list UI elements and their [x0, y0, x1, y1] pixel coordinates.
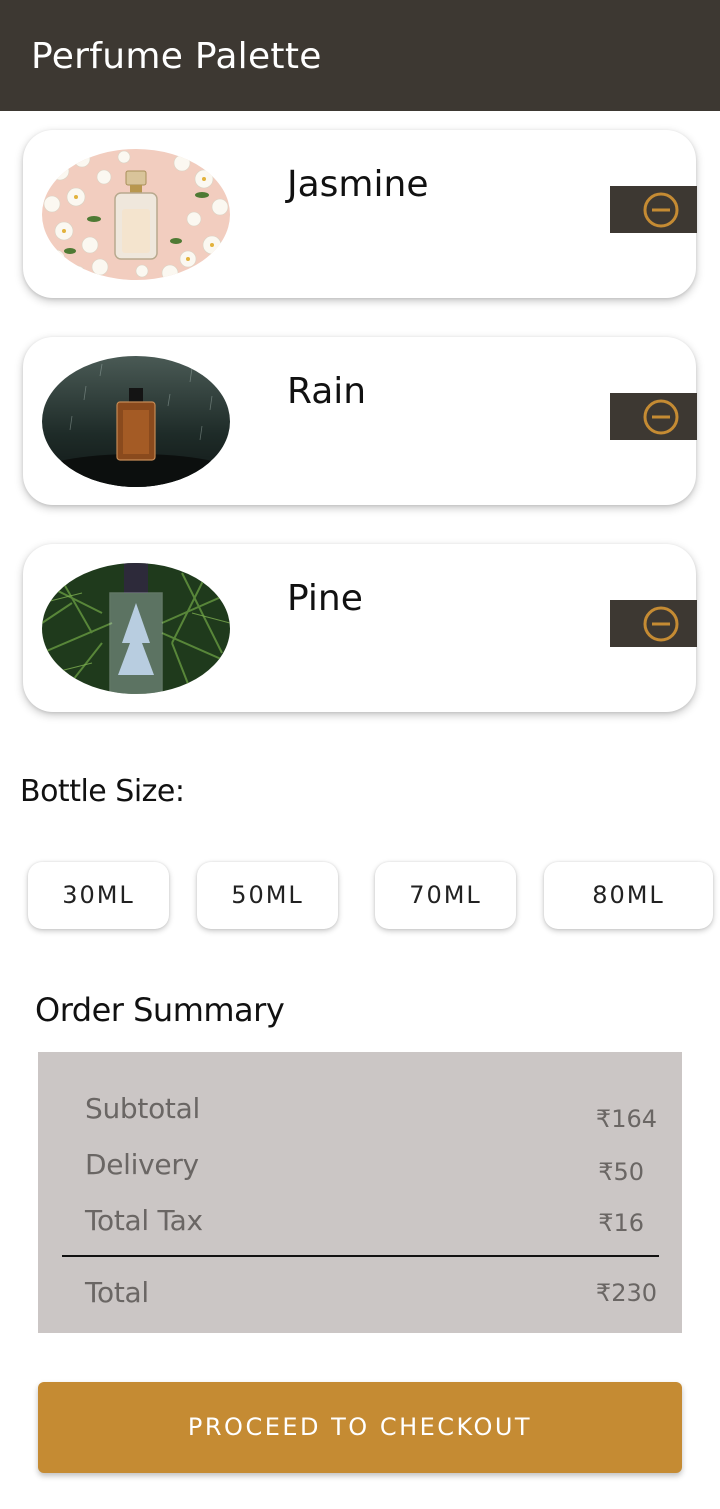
- jasmine-perfume-image: [42, 149, 230, 280]
- delivery-value: ₹50: [598, 1158, 644, 1186]
- delivery-label: Delivery: [85, 1148, 199, 1181]
- pine-perfume-image: [42, 563, 230, 694]
- total-label: Total: [85, 1276, 149, 1309]
- order-summary-box: Subtotal ₹164 Delivery ₹50 Total Tax ₹16…: [38, 1052, 682, 1333]
- size-option-80ml[interactable]: 80ML: [544, 862, 713, 929]
- cart-item-pine: Pine: [23, 544, 697, 712]
- cart-item-name: Pine: [287, 578, 363, 619]
- total-tax-label: Total Tax: [85, 1204, 203, 1237]
- proceed-to-checkout-button[interactable]: PROCEED TO CHECKOUT: [38, 1382, 682, 1473]
- size-option-30ml[interactable]: 30ML: [28, 862, 169, 929]
- app-bar: Perfume Palette: [0, 0, 720, 111]
- size-option-50ml[interactable]: 50ML: [197, 862, 338, 929]
- remove-item-button[interactable]: [610, 600, 697, 647]
- cart-item-name: Jasmine: [287, 164, 429, 205]
- order-summary-title: Order Summary: [35, 991, 285, 1029]
- remove-item-button[interactable]: [610, 393, 697, 440]
- remove-item-button[interactable]: [610, 186, 697, 233]
- subtotal-label: Subtotal: [85, 1092, 200, 1125]
- app-title: Perfume Palette: [31, 36, 322, 77]
- size-option-70ml[interactable]: 70ML: [375, 862, 516, 929]
- summary-divider: [62, 1255, 659, 1257]
- total-tax-value: ₹16: [598, 1209, 644, 1237]
- total-value: ₹230: [595, 1279, 657, 1307]
- bottle-size-label: Bottle Size:: [20, 774, 185, 809]
- cart-item-name: Rain: [287, 371, 367, 412]
- cart-item-jasmine: Jasmine: [23, 130, 697, 298]
- cart-item-rain: Rain: [23, 337, 697, 505]
- rain-perfume-image: [42, 356, 230, 487]
- subtotal-value: ₹164: [595, 1105, 657, 1133]
- cart-list: Jasmine Rain Pine: [0, 111, 720, 733]
